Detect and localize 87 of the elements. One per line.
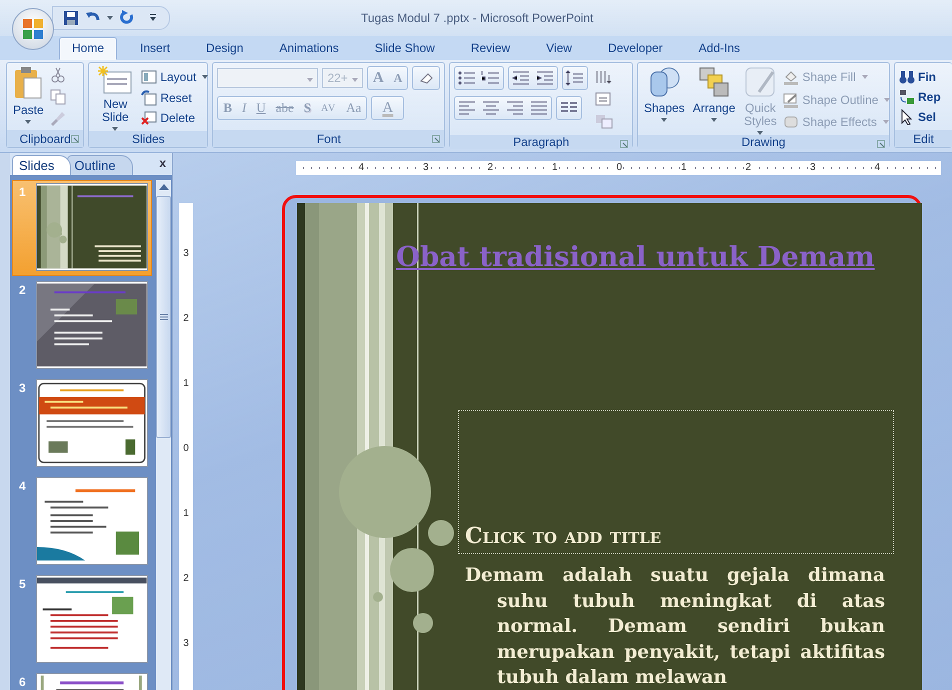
caret-icon (25, 120, 32, 124)
slide-number: 4 (18, 478, 27, 493)
pane-tab[interactable]: Outline (67, 155, 133, 175)
slide-thumbnail[interactable] (36, 183, 148, 271)
slide-thumbnail[interactable] (36, 281, 148, 369)
ruler-number: 2 (183, 313, 189, 324)
caret-icon (862, 75, 868, 79)
caret-icon (882, 120, 889, 124)
redo-icon[interactable] (119, 10, 135, 26)
cursor-icon (898, 109, 915, 125)
caret-icon[interactable] (107, 16, 113, 20)
grip-icon (160, 314, 168, 320)
new-slide-icon (98, 66, 132, 94)
ruler-number: 2 (183, 573, 189, 584)
window-title: Tugas Modul 7 .pptx - Microsoft PowerPoint (361, 11, 594, 25)
font-name-field[interactable] (217, 68, 318, 88)
group-label: Drawing (741, 135, 786, 149)
caret-icon (884, 98, 890, 102)
group-label: Edit (913, 132, 934, 146)
slide-number: 3 (18, 380, 27, 395)
slide-number: 2 (18, 282, 27, 297)
ribbon-tab[interactable]: Add-Ins (686, 37, 754, 60)
ribbon-button[interactable]: Delete (141, 108, 208, 128)
caret-icon (202, 75, 208, 79)
reset-icon (141, 90, 158, 106)
slide-number: 1 (18, 184, 27, 199)
group-label: Clipboard (19, 132, 71, 146)
caret-icon (711, 118, 718, 122)
slide-number: 5 (18, 576, 27, 591)
slide-number: 6 (18, 674, 27, 689)
ribbon-tab[interactable]: Review (458, 37, 524, 60)
ribbon-tab[interactable]: Animations (266, 37, 352, 60)
ruler-number: 0 (183, 443, 189, 454)
ribbon-tab[interactable]: Home (59, 37, 118, 60)
save-icon[interactable] (63, 10, 79, 26)
ribbon-button[interactable]: Reset (141, 88, 208, 108)
arrange-icon (697, 66, 732, 98)
clipboard-icon (13, 66, 44, 100)
ruler-number: 1 (183, 378, 189, 389)
close-button[interactable]: x (159, 156, 166, 170)
scroll-thumb[interactable] (156, 196, 171, 438)
group-label: Slides (132, 132, 165, 146)
group-label: Font (316, 132, 341, 146)
ribbon-tab[interactable]: View (533, 37, 585, 60)
copy-icon[interactable] (50, 89, 66, 105)
pane-tab[interactable]: Slides (12, 155, 72, 175)
ribbon-tab[interactable]: Slide Show (362, 37, 448, 60)
title-placeholder[interactable]: Click to add title (458, 410, 894, 554)
caret-icon (306, 78, 313, 82)
ribbon-button[interactable]: Fin (898, 67, 941, 87)
ribbon-button[interactable]: Sel (898, 107, 941, 127)
delete-icon (141, 110, 158, 126)
ribbon-button[interactable]: Rep (898, 87, 941, 107)
ribbon-button[interactable]: Arrange (690, 66, 738, 135)
quick-styles-icon (743, 66, 778, 98)
group-label: Paragraph (513, 135, 570, 149)
caret-icon (352, 78, 358, 82)
paint-bucket-icon (783, 69, 800, 85)
ribbon-tab[interactable]: Insert (127, 37, 184, 60)
effects-icon (783, 114, 800, 130)
scroll-up-icon[interactable] (158, 184, 168, 190)
caret-icon (661, 118, 668, 122)
replace-icon (898, 89, 915, 105)
slide-thumbnail[interactable] (36, 477, 148, 565)
binoculars-icon (898, 69, 915, 85)
scrollbar[interactable] (156, 180, 171, 690)
ribbon-tab[interactable]: Design (193, 37, 256, 60)
ruler-number: 1 (183, 508, 189, 519)
layout-icon (141, 69, 158, 85)
pencil-icon (783, 92, 800, 108)
slide-thumbnail[interactable] (36, 575, 148, 663)
body-text: Demam adalah suatu gejala dimana suhu tubuh meningkat di atas normal. Demam sendiri bukan merupakan penyakit, tetapi aktifitas tubuh dalam melawan (465, 564, 885, 690)
ribbon-button[interactable]: Layout (141, 67, 208, 87)
paste-button[interactable]: Paste (11, 66, 46, 130)
scissors-icon[interactable] (50, 67, 66, 83)
ruler-number: 3 (183, 638, 189, 649)
dialog-launcher-icon[interactable] (432, 135, 440, 143)
new-slide-button[interactable]: New Slide (93, 66, 138, 131)
ruler-number: 3 (183, 248, 189, 259)
dialog-launcher-icon[interactable] (620, 140, 628, 148)
ribbon-button[interactable]: Shapes (642, 66, 687, 135)
dialog-launcher-icon[interactable] (71, 135, 80, 143)
slide-thumbnail[interactable] (36, 379, 148, 467)
customize-icon[interactable] (149, 14, 157, 22)
ribbon-tab[interactable]: Developer (594, 37, 676, 60)
office-logo-icon (20, 16, 46, 42)
dialog-launcher-icon[interactable] (876, 140, 885, 148)
